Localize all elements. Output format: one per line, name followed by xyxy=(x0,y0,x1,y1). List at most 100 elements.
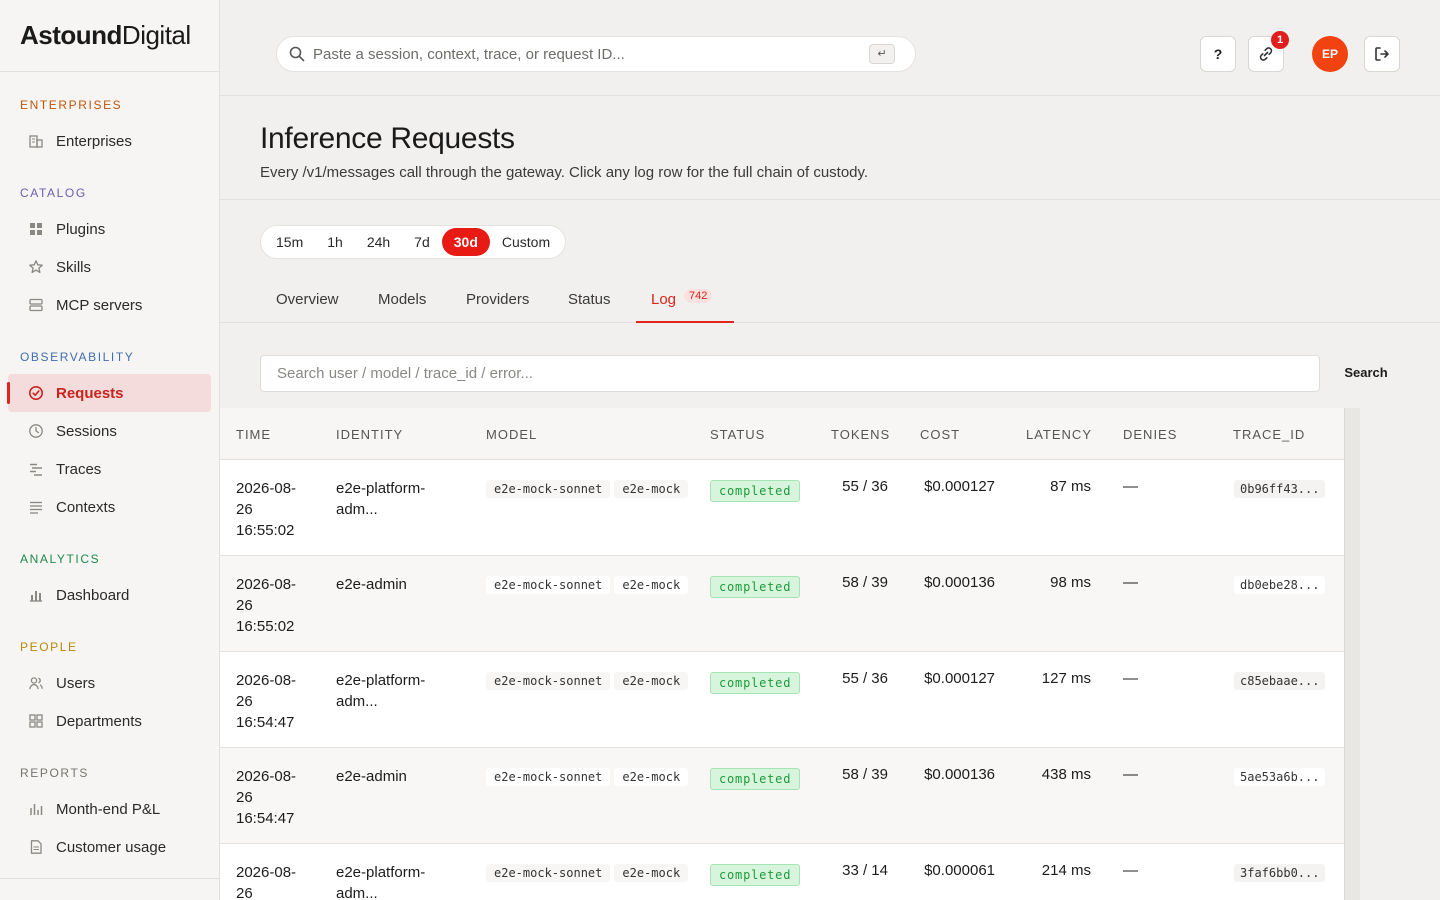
status-badge: completed xyxy=(710,672,801,694)
tab-count-badge: 742 xyxy=(684,289,713,303)
time-day: 26 xyxy=(236,885,253,900)
column-header-time[interactable]: TIME xyxy=(236,427,271,442)
log-search-input[interactable]: Search user / model / trace_id / error..… xyxy=(260,355,1320,392)
sidebar-item-enterprises[interactable]: Enterprises xyxy=(8,122,211,160)
table-header: TIME IDENTITY MODEL STATUS TOKENS COST LATENCY… xyxy=(220,408,1344,460)
sidebar-item-requests[interactable]: Requests xyxy=(7,374,211,412)
time-day: 26 xyxy=(236,693,253,710)
table-row[interactable]: 2026-08- 26 16:54:47 e2e-platform-adm... e2e… xyxy=(220,652,1344,748)
document-icon xyxy=(28,839,44,855)
sidebar-item-month-end-p-l[interactable]: Month-end P&L xyxy=(8,790,211,828)
time-date: 2026-08- xyxy=(236,864,297,881)
range-option-1h[interactable]: 1h xyxy=(315,228,355,256)
sidebar-section-observability: OBSERVABILITY xyxy=(20,350,135,364)
tab-label: Models xyxy=(378,291,427,308)
lines-icon xyxy=(28,499,44,515)
table-row[interactable]: 2026-08- 26 16:55:02 e2e-admin e2e-mock-sonn… xyxy=(220,556,1344,652)
tab-providers[interactable]: Providers xyxy=(466,282,529,323)
latency-cell: 98 ms xyxy=(1050,574,1091,591)
latency-cell: 438 ms xyxy=(1041,766,1091,783)
column-header-latency[interactable]: LATENCY xyxy=(1026,427,1092,442)
column-header-tokens[interactable]: TOKENS xyxy=(831,427,890,442)
column-header-denies[interactable]: DENIES xyxy=(1123,427,1177,442)
column-header-model[interactable]: MODEL xyxy=(486,427,537,442)
brand-logo[interactable]: Astound Digital xyxy=(0,0,219,72)
tab-log[interactable]: Log 742 xyxy=(636,282,734,323)
trace-id[interactable]: 3faf6bb0... xyxy=(1234,864,1326,882)
time-cell: 2026-08- 26 16:54:47 xyxy=(236,766,316,829)
table-row[interactable]: 2026-08- 26 16:55:02 e2e-platform-adm... e2e… xyxy=(220,460,1344,556)
links-button[interactable]: 1 xyxy=(1248,31,1289,72)
time-cell: 2026-08- 26 16:54:47 xyxy=(236,670,316,733)
sidebar-divider xyxy=(0,878,219,879)
sidebar-item-customer-usage[interactable]: Customer usage xyxy=(8,828,211,866)
denies-cell: — xyxy=(1123,862,1138,879)
tab-bar: Overview Models Providers Status Log 742 xyxy=(220,282,1440,323)
model-chip: e2e-mock-sonnet xyxy=(486,864,611,882)
status-badge: completed xyxy=(710,864,801,886)
sidebar-item-label: Users xyxy=(56,674,96,692)
tab-models[interactable]: Models xyxy=(378,282,426,323)
time-cell: 2026-08- 26 16:55:02 xyxy=(236,478,316,541)
status-badge: completed xyxy=(710,480,801,502)
column-header-trace-id[interactable]: TRACE_ID xyxy=(1233,427,1305,442)
notification-badge: 1 xyxy=(1271,31,1289,49)
range-option-30d[interactable]: 30d xyxy=(441,228,490,256)
tab-label: Log xyxy=(651,291,677,308)
column-header-cost[interactable]: COST xyxy=(920,427,960,442)
column-header-status[interactable]: STATUS xyxy=(710,427,765,442)
logout-button[interactable] xyxy=(1364,36,1400,72)
tab-overview[interactable]: Overview xyxy=(276,282,339,323)
sidebar-item-label: Departments xyxy=(56,712,142,730)
sidebar-section-analytics: ANALYTICS xyxy=(20,552,101,566)
time-time: 16:55:02 xyxy=(236,618,295,635)
sidebar-item-sessions[interactable]: Sessions xyxy=(8,412,211,450)
model-cell: e2e-mock-sonnet e2e-mock xyxy=(486,480,692,498)
avatar[interactable]: EP xyxy=(1312,36,1348,72)
sidebar-item-skills[interactable]: Skills xyxy=(8,248,211,286)
model-chip: e2e-mock-sonnet xyxy=(486,672,611,690)
trace-id[interactable]: c85ebaae... xyxy=(1234,672,1326,690)
cost-cell: $0.000061 xyxy=(924,862,995,879)
column-header-identity[interactable]: IDENTITY xyxy=(336,427,403,442)
sidebar-item-label: Dashboard xyxy=(56,586,130,604)
model-cell: e2e-mock-sonnet e2e-mock xyxy=(486,576,692,594)
grid-icon xyxy=(28,221,44,237)
brand-logo-bold: Astound xyxy=(20,20,122,50)
global-search-input[interactable]: Paste a session, context, trace, or requ… xyxy=(276,36,916,72)
sidebar-item-departments[interactable]: Departments xyxy=(8,702,211,740)
sidebar-item-traces[interactable]: Traces xyxy=(8,450,211,488)
time-time: 16:54:47 xyxy=(236,810,295,827)
model-cell: e2e-mock-sonnet e2e-mock xyxy=(486,768,692,786)
range-option-15m[interactable]: 15m xyxy=(264,228,315,256)
tab-label: Overview xyxy=(276,291,339,308)
table-row[interactable]: 2026-08- 26 16:54:47 e2e-admin e2e-mock-sonn… xyxy=(220,748,1344,844)
range-option-custom[interactable]: Custom xyxy=(490,228,562,256)
cost-cell: $0.000136 xyxy=(924,766,995,783)
model-chip: e2e-mock-sonnet xyxy=(486,480,611,498)
link-icon xyxy=(1257,45,1275,63)
search-button[interactable]: Search xyxy=(1336,365,1396,380)
range-option-7d[interactable]: 7d xyxy=(402,228,442,256)
denies-cell: — xyxy=(1123,670,1138,687)
trace-id[interactable]: 0b96ff43... xyxy=(1234,480,1326,498)
departments-icon xyxy=(28,713,44,729)
sidebar-item-users[interactable]: Users xyxy=(8,664,211,702)
range-option-24h[interactable]: 24h xyxy=(355,228,402,256)
trace-id[interactable]: db0ebe28... xyxy=(1234,576,1326,594)
sidebar-item-mcp-servers[interactable]: MCP servers xyxy=(8,286,211,324)
help-button[interactable]: ? xyxy=(1200,36,1236,72)
cost-cell: $0.000127 xyxy=(924,670,995,687)
table-row[interactable]: 2026-08- 26 e2e-platform-adm... e2e-mock-so… xyxy=(220,844,1344,900)
sidebar-item-label: Skills xyxy=(56,258,92,276)
tab-status[interactable]: Status xyxy=(568,282,611,323)
table-scrollbar[interactable] xyxy=(1344,408,1360,900)
help-icon: ? xyxy=(1213,46,1223,62)
star-icon xyxy=(28,259,44,275)
sidebar-item-contexts[interactable]: Contexts xyxy=(8,488,211,526)
trace-id[interactable]: 5ae53a6b... xyxy=(1234,768,1326,786)
sidebar-item-dashboard[interactable]: Dashboard xyxy=(8,576,211,614)
sidebar-item-label: Requests xyxy=(56,384,124,402)
sidebar-item-plugins[interactable]: Plugins xyxy=(8,210,211,248)
model-chip: e2e-mock-sonnet xyxy=(486,768,611,786)
